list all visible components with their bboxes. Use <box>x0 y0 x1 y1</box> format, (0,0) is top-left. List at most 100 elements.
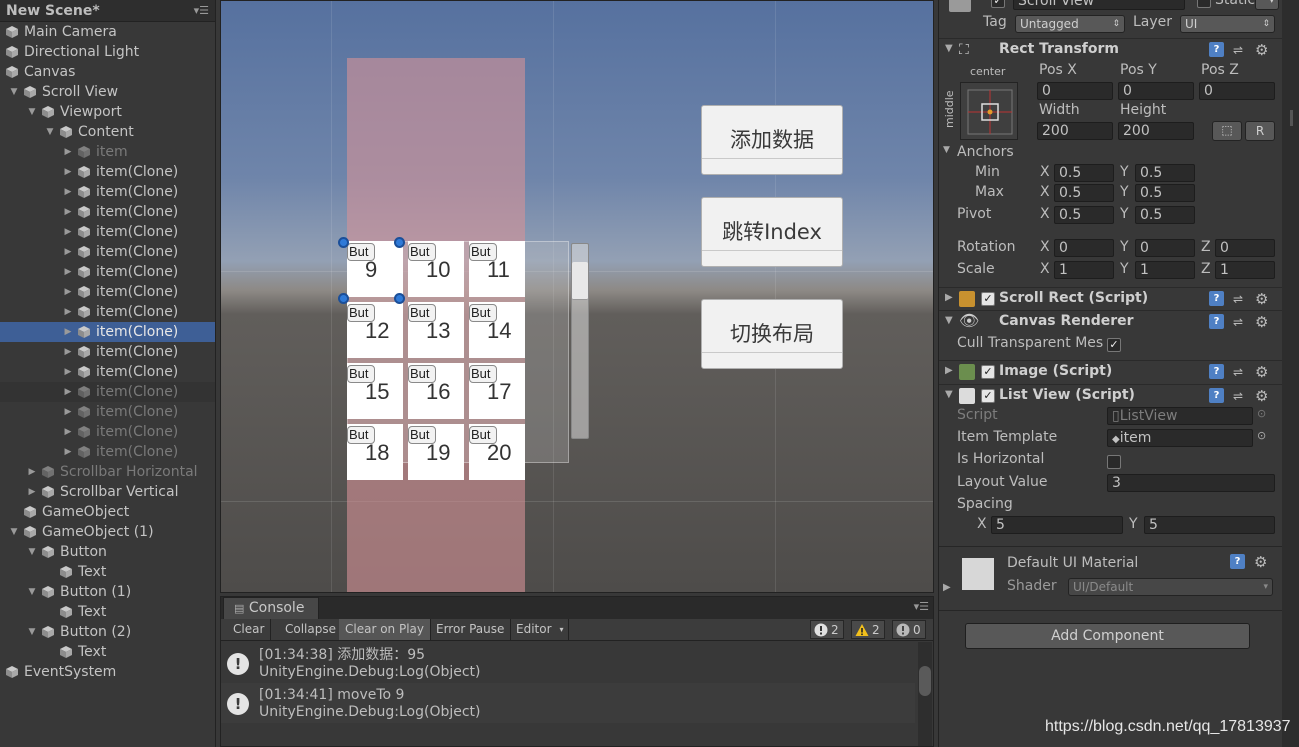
switch-layout-button[interactable]: 切换布局 <box>701 299 843 369</box>
fold-down-icon[interactable]: ▼ <box>945 43 953 54</box>
object-picker-icon[interactable]: ⊙ <box>1257 429 1266 442</box>
help-icon[interactable]: ? <box>1209 388 1224 403</box>
fold-right-icon[interactable]: ▶ <box>63 342 73 362</box>
fold-right-icon[interactable]: ▶ <box>63 442 73 462</box>
gear-icon[interactable]: ⚙ <box>1255 290 1268 308</box>
spacing-x-field[interactable]: 5 <box>991 516 1123 534</box>
hierarchy-item[interactable]: GameObject <box>0 502 215 522</box>
rect-handle[interactable] <box>338 237 349 248</box>
fold-right-icon[interactable]: ▶ <box>63 362 73 382</box>
warning-count-toggle[interactable]: 2 <box>851 620 885 639</box>
hierarchy-item[interactable]: ▶ item(Clone) <box>0 402 215 422</box>
fold-right-icon[interactable]: ▶ <box>63 142 73 162</box>
list-item-cell[interactable]: But 17 <box>469 363 525 419</box>
fold-right-icon[interactable]: ▶ <box>945 365 953 376</box>
preset-icon[interactable]: ⇌ <box>1233 389 1247 403</box>
fold-down-icon[interactable]: ▼ <box>945 315 953 326</box>
rect-handle[interactable] <box>394 237 405 248</box>
list-item-cell[interactable]: But 18 <box>347 424 403 480</box>
rotation-y-field[interactable]: 0 <box>1135 239 1195 257</box>
scale-x-field[interactable]: 1 <box>1054 261 1114 279</box>
hierarchy-item[interactable]: ▼ Scroll View <box>0 82 215 102</box>
fold-down-icon[interactable]: ▼ <box>45 122 55 142</box>
list-view-enabled-checkbox[interactable]: ✓ <box>981 389 995 403</box>
console-menu-icon[interactable]: ▾☰ <box>914 600 929 613</box>
hierarchy-item[interactable]: ▶ Scrollbar Horizontal <box>0 462 215 482</box>
add-component-button[interactable]: Add Component <box>965 623 1250 649</box>
fold-right-icon[interactable]: ▶ <box>63 202 73 222</box>
fold-down-icon[interactable]: ▼ <box>27 542 37 562</box>
help-icon[interactable]: ? <box>1209 291 1224 306</box>
fold-down-icon[interactable]: ▼ <box>27 582 37 602</box>
fold-right-icon[interactable]: ▶ <box>63 402 73 422</box>
hierarchy-item[interactable]: ▶ item(Clone) <box>0 442 215 462</box>
pos-z-field[interactable]: 0 <box>1199 82 1275 100</box>
scene-view[interactable]: But 9 But 10 But 11 But 12 But 13 But 14 But 15 But 16 B… <box>220 0 934 593</box>
fold-right-icon[interactable]: ▶ <box>27 482 37 502</box>
hierarchy-item[interactable]: ▶ item(Clone) <box>0 322 215 342</box>
anchor-max-x-field[interactable]: 0.5 <box>1054 184 1114 202</box>
hierarchy-item[interactable]: Text <box>0 562 215 582</box>
rect-handle[interactable] <box>338 293 349 304</box>
list-item-cell[interactable]: But 20 <box>469 424 525 480</box>
cull-transparent-checkbox[interactable]: ✓ <box>1107 338 1121 352</box>
fold-down-icon[interactable]: ▼ <box>27 622 37 642</box>
fold-right-icon[interactable]: ▶ <box>63 162 73 182</box>
hierarchy-item[interactable]: ▶ Scrollbar Vertical <box>0 482 215 502</box>
fold-right-icon[interactable]: ▶ <box>945 292 953 303</box>
spacing-y-field[interactable]: 5 <box>1144 516 1275 534</box>
clear-button[interactable]: Clear <box>227 619 272 640</box>
preset-icon[interactable]: ⇌ <box>1233 315 1247 329</box>
fold-down-icon[interactable]: ▼ <box>27 102 37 122</box>
fold-right-icon[interactable]: ▶ <box>63 382 73 402</box>
is-horizontal-checkbox[interactable] <box>1107 455 1121 469</box>
hierarchy-item[interactable]: ▶ item(Clone) <box>0 302 215 322</box>
static-dropdown[interactable]: ▾ <box>1255 0 1279 10</box>
rect-transform-header[interactable]: ▼ ⛶ Rect Transform ? ⇌ ⚙ <box>939 38 1282 60</box>
list-view-header[interactable]: ▼ ✓ List View (Script) ? ⇌ ⚙ <box>939 384 1282 406</box>
pivot-y-field[interactable]: 0.5 <box>1135 206 1195 224</box>
gear-icon[interactable]: ⚙ <box>1255 387 1268 405</box>
hierarchy-item[interactable]: ▼ Canvas <box>0 62 215 82</box>
scale-z-field[interactable]: 1 <box>1215 261 1275 279</box>
static-checkbox[interactable] <box>1197 0 1211 8</box>
scroll-rect-enabled-checkbox[interactable]: ✓ <box>981 292 995 306</box>
help-icon[interactable]: ? <box>1209 42 1224 57</box>
scale-y-field[interactable]: 1 <box>1135 261 1195 279</box>
rect-handle[interactable] <box>394 293 405 304</box>
console-scrollbar-thumb[interactable] <box>919 666 931 696</box>
gear-icon[interactable]: ⚙ <box>1255 313 1268 331</box>
list-item-cell[interactable]: But 12 <box>347 302 403 358</box>
hierarchy-menu-icon[interactable]: ▾☰ <box>194 4 209 17</box>
gear-icon[interactable]: ⚙ <box>1255 363 1268 381</box>
height-field[interactable]: 200 <box>1118 122 1194 140</box>
list-item-cell[interactable]: But 13 <box>408 302 464 358</box>
list-item-cell[interactable]: But 19 <box>408 424 464 480</box>
list-item-cell[interactable]: But 10 <box>408 241 464 297</box>
vertical-scrollbar[interactable] <box>571 243 589 439</box>
fold-right-icon[interactable]: ▶ <box>63 222 73 242</box>
jump-index-button[interactable]: 跳转Index <box>701 197 843 267</box>
help-icon[interactable]: ? <box>1209 364 1224 379</box>
fold-down-icon[interactable]: ▼ <box>945 389 953 400</box>
hierarchy-item[interactable]: ▼ Button (2) <box>0 622 215 642</box>
list-item-cell[interactable]: But 14 <box>469 302 525 358</box>
blueprint-mode-button[interactable]: ⬚ <box>1212 121 1242 141</box>
hierarchy-item[interactable]: ▶ item(Clone) <box>0 362 215 382</box>
material-preview[interactable] <box>962 558 994 590</box>
fold-down-icon[interactable]: ▼ <box>943 145 950 155</box>
console-log-entry[interactable]: ! [01:34:41] moveTo 9 UnityEngine.Debug:… <box>221 683 915 723</box>
layer-dropdown[interactable]: UI ⇕ <box>1180 15 1275 33</box>
raw-edit-button[interactable]: R <box>1245 121 1275 141</box>
hierarchy-item[interactable]: Text <box>0 602 215 622</box>
layout-value-field[interactable]: 3 <box>1107 474 1275 492</box>
anchor-min-x-field[interactable]: 0.5 <box>1054 164 1114 182</box>
help-icon[interactable]: ? <box>1209 314 1224 329</box>
hierarchy-item[interactable]: ▶ item <box>0 142 215 162</box>
width-field[interactable]: 200 <box>1037 122 1113 140</box>
console-log-entry[interactable]: ! [01:34:38] 添加数据：95 UnityEngine.Debug:L… <box>221 643 915 683</box>
preset-icon[interactable]: ⇌ <box>1233 292 1247 306</box>
hierarchy-item[interactable]: ▶ item(Clone) <box>0 262 215 282</box>
list-item-cell[interactable]: But 9 <box>347 241 403 297</box>
scrollbar-handle[interactable] <box>572 262 588 300</box>
